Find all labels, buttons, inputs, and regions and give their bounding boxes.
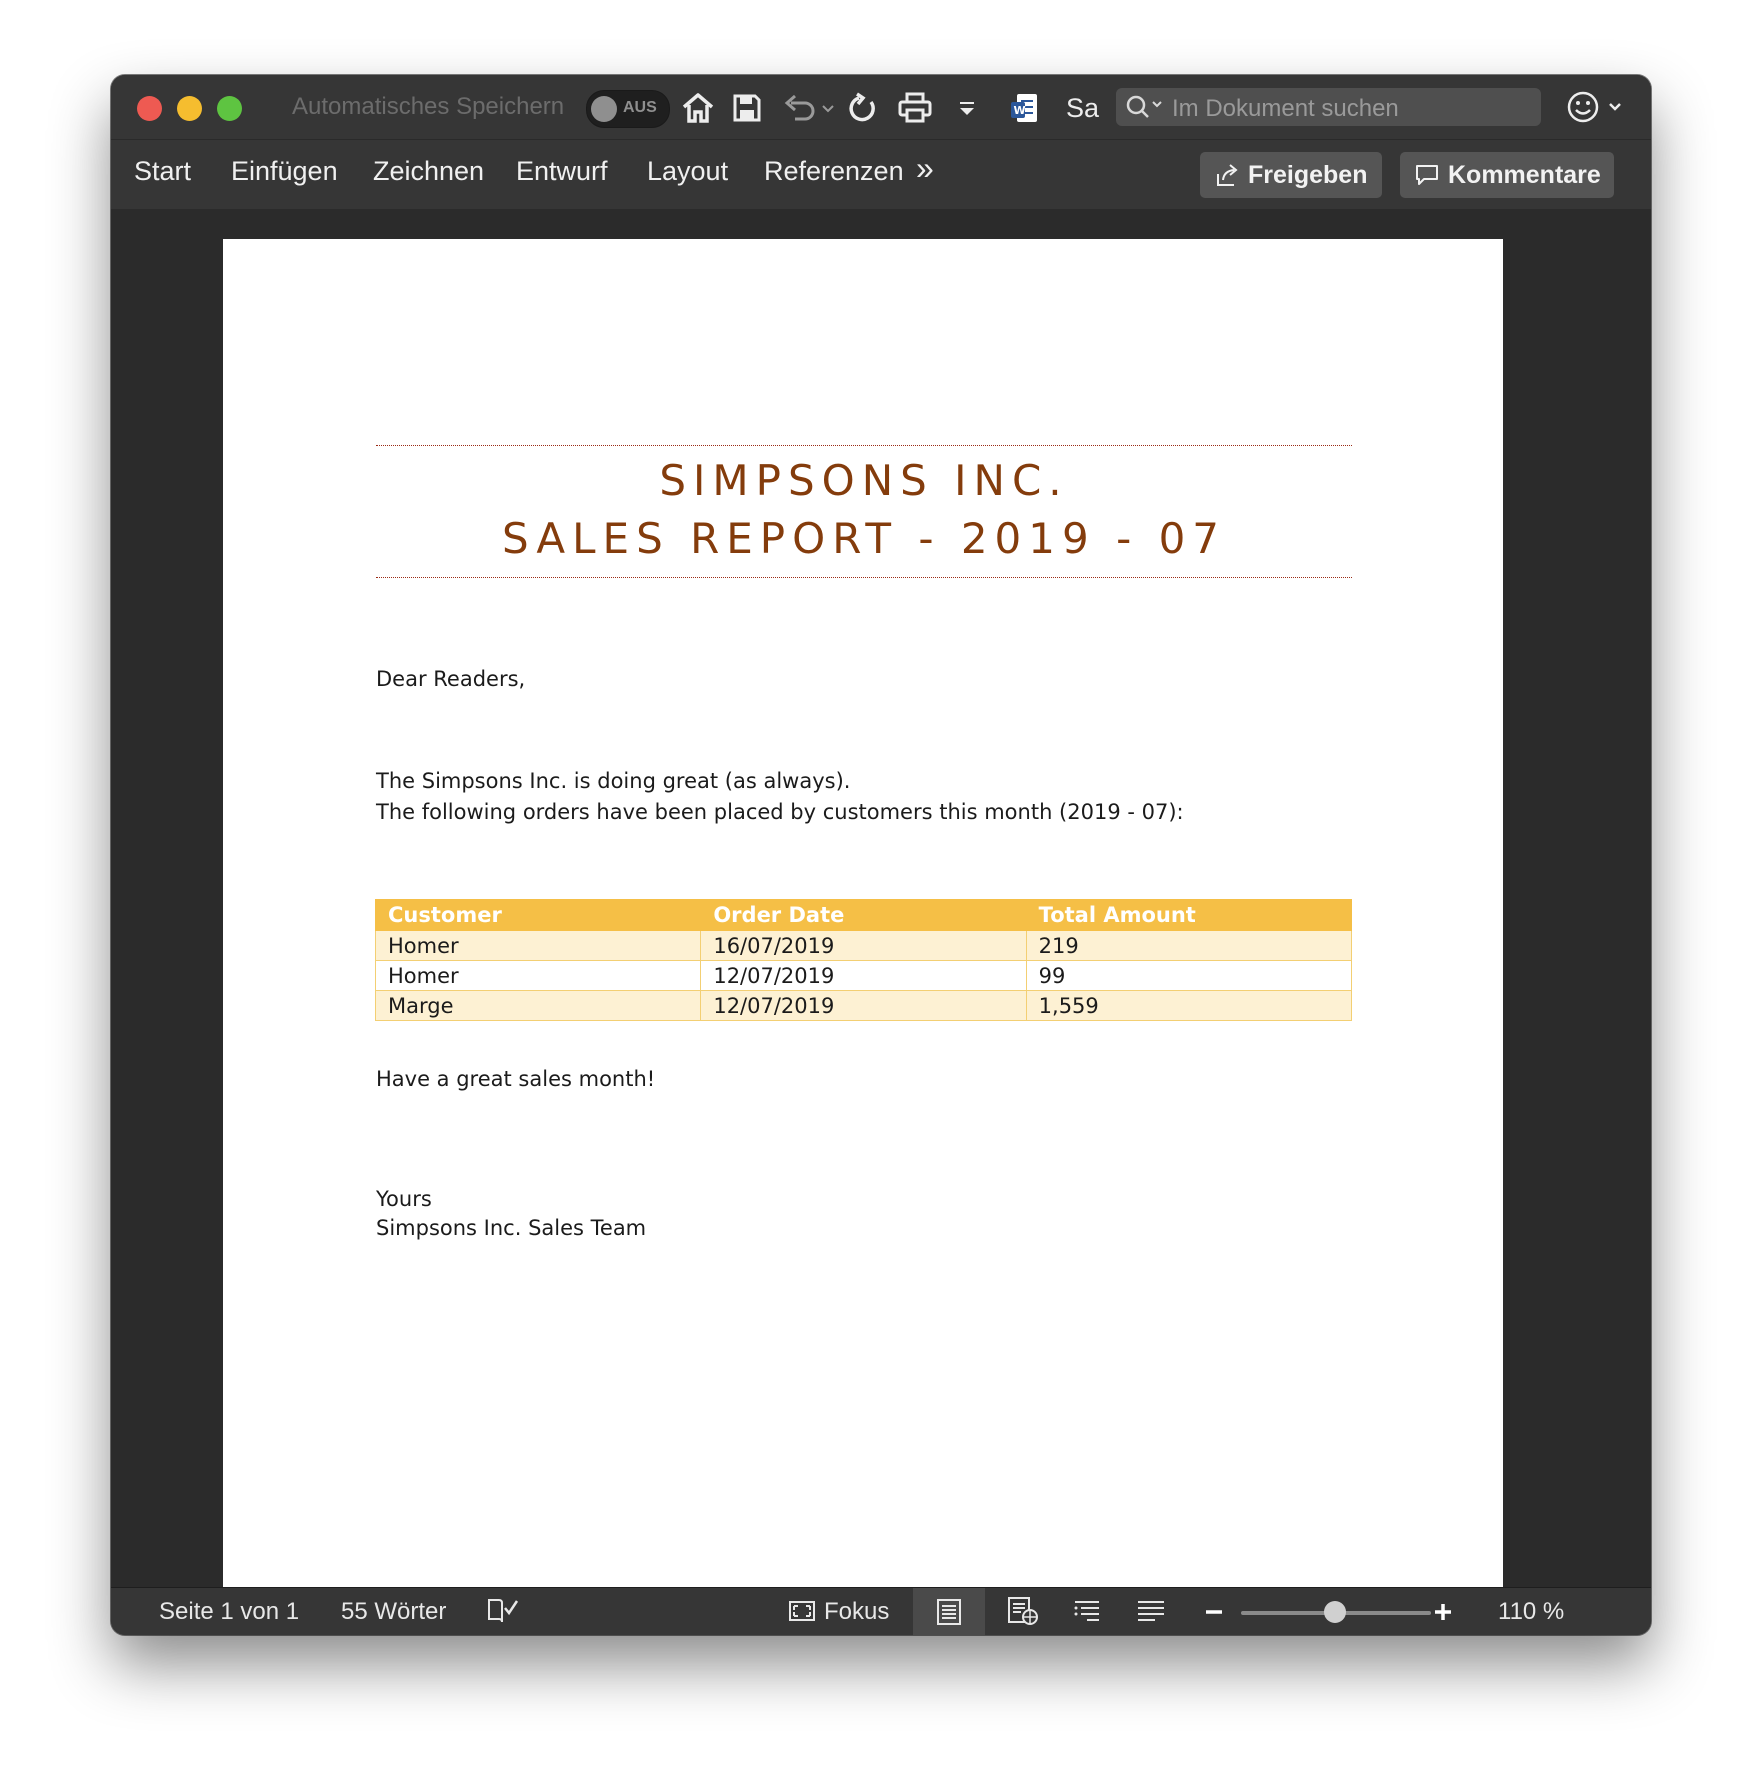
cell-order-date: 12/07/2019 <box>700 990 1027 1021</box>
web-layout-icon[interactable] <box>1007 1596 1039 1633</box>
zoom-in-icon[interactable] <box>1431 1598 1455 1633</box>
tab-entwurf[interactable]: Entwurf <box>516 156 608 187</box>
cell-customer: Homer <box>374 930 702 961</box>
intro-paragraph-1: The Simpsons Inc. is doing great (as alw… <box>376 769 851 793</box>
minimize-window-button[interactable] <box>177 96 202 121</box>
cell-total-amount: 219 <box>1025 930 1353 961</box>
signoff-line-1: Yours <box>376 1187 432 1211</box>
close-window-button[interactable] <box>137 96 162 121</box>
autosave-label: Automatisches Speichern <box>292 93 565 120</box>
cell-total-amount: 99 <box>1025 960 1353 991</box>
tab-referenzen[interactable]: Referenzen <box>764 156 904 187</box>
column-header-customer: Customer <box>374 899 702 931</box>
outline-view-icon[interactable] <box>1071 1596 1103 1633</box>
search-placeholder: Im Dokument suchen <box>1172 95 1399 122</box>
cell-customer: Homer <box>374 960 702 991</box>
cell-total-amount: 1,559 <box>1025 990 1353 1021</box>
document-name: Sa <box>1066 93 1100 123</box>
table-row: Homer 16/07/2019 219 <box>374 930 1353 961</box>
tab-start[interactable]: Start <box>134 156 191 187</box>
print-icon[interactable] <box>896 89 934 127</box>
comments-label: Kommentare <box>1448 160 1601 189</box>
zoom-window-button[interactable] <box>217 96 242 121</box>
zoom-out-icon[interactable] <box>1202 1598 1226 1633</box>
status-bar: Seite 1 von 1 55 Wörter Fokus 110 % <box>111 1587 1651 1635</box>
column-header-order-date: Order Date <box>700 899 1027 931</box>
title-bar: Automatisches Speichern AUS W Sa Im Doku… <box>111 75 1651 139</box>
zoom-slider-thumb[interactable] <box>1324 1601 1346 1623</box>
focus-label[interactable]: Fokus <box>824 1598 889 1626</box>
home-icon[interactable] <box>678 89 718 127</box>
print-layout-view-button[interactable] <box>913 1588 985 1635</box>
ribbon-tabs: Start Einfügen Zeichnen Entwurf Layout R… <box>111 139 1651 212</box>
report-title: SALES REPORT - 2019 - 07 <box>501 514 1227 563</box>
tab-layout[interactable]: Layout <box>647 156 728 187</box>
signoff-line-2: Simpsons Inc. Sales Team <box>376 1216 647 1240</box>
feedback-smiley-icon[interactable] <box>1566 88 1632 131</box>
focus-icon[interactable] <box>787 1596 817 1633</box>
table-row: Homer 12/07/2019 99 <box>374 960 1353 991</box>
customize-toolbar-icon[interactable] <box>953 89 981 127</box>
word-doc-icon: W <box>1007 89 1041 127</box>
comments-button[interactable]: Kommentare <box>1400 152 1614 198</box>
share-button[interactable]: Freigeben <box>1200 152 1382 198</box>
closing-text: Have a great sales month! <box>376 1067 656 1091</box>
proofing-book-icon[interactable] <box>486 1596 520 1633</box>
save-icon[interactable] <box>729 89 765 127</box>
word-count[interactable]: 55 Wörter <box>341 1598 446 1626</box>
cell-order-date: 16/07/2019 <box>700 930 1027 961</box>
autosave-toggle[interactable]: AUS <box>586 90 670 128</box>
svg-text:W: W <box>1014 104 1026 117</box>
share-icon <box>1217 164 1238 186</box>
report-header: SIMPSONS INC. SALES REPORT - 2019 - 07 <box>376 445 1352 578</box>
company-title: SIMPSONS INC. <box>659 456 1069 505</box>
autosave-state-label: AUS <box>623 99 657 116</box>
page-count[interactable]: Seite 1 von 1 <box>159 1598 299 1626</box>
document-page[interactable]: SIMPSONS INC. SALES REPORT - 2019 - 07 D… <box>223 239 1503 1587</box>
redo-icon[interactable] <box>845 89 881 127</box>
share-label: Freigeben <box>1248 160 1368 189</box>
table-row: Marge 12/07/2019 1,559 <box>374 990 1353 1021</box>
zoom-level[interactable]: 110 % <box>1498 1598 1564 1626</box>
undo-icon[interactable] <box>779 89 839 127</box>
cell-order-date: 12/07/2019 <box>700 960 1027 991</box>
word-window: Automatisches Speichern AUS W Sa Im Doku… <box>111 75 1651 1635</box>
cell-customer: Marge <box>374 990 702 1021</box>
print-layout-icon <box>937 1599 961 1625</box>
greeting-text: Dear Readers, <box>376 667 526 691</box>
search-input[interactable]: Im Dokument suchen <box>1116 88 1541 126</box>
table-header-row: Customer Order Date Total Amount <box>374 899 1353 931</box>
intro-paragraph-2: The following orders have been placed by… <box>376 800 1184 824</box>
column-header-total-amount: Total Amount <box>1025 899 1353 931</box>
search-icon <box>1124 93 1168 126</box>
more-tabs-chevron-icon[interactable]: » <box>916 150 934 187</box>
tab-einfuegen[interactable]: Einfügen <box>231 156 338 187</box>
draft-view-icon[interactable] <box>1135 1596 1167 1633</box>
document-canvas[interactable]: SIMPSONS INC. SALES REPORT - 2019 - 07 D… <box>111 209 1651 1587</box>
orders-table: Customer Order Date Total Amount Homer 1… <box>374 899 1353 1021</box>
toggle-knob <box>591 96 617 122</box>
comment-icon <box>1416 165 1438 185</box>
tab-zeichnen[interactable]: Zeichnen <box>373 156 484 187</box>
